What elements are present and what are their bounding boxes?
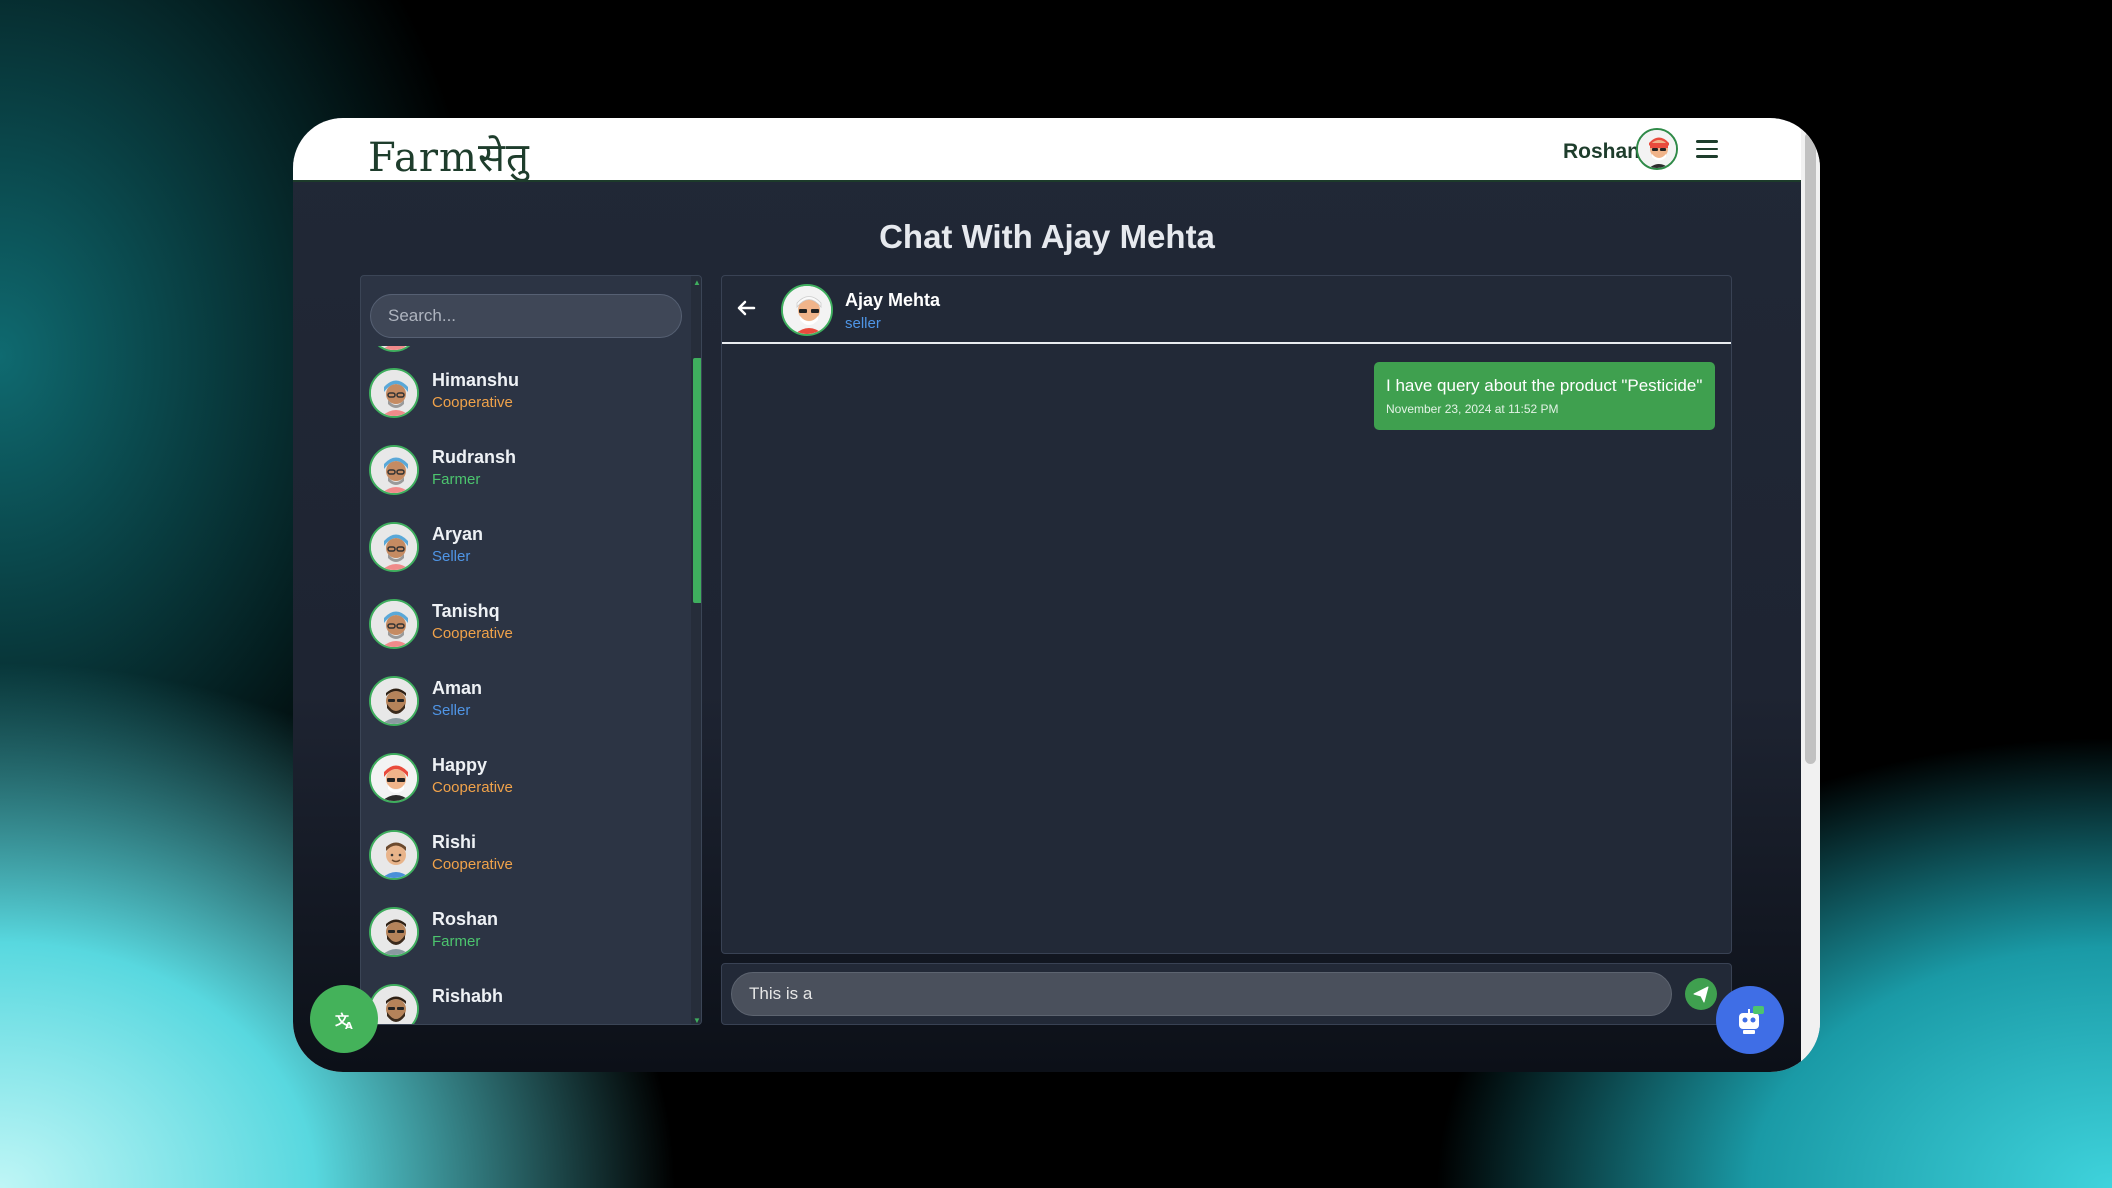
- user-avatar[interactable]: [1636, 128, 1678, 170]
- contacts-scrollbar[interactable]: ▲ ▼: [691, 276, 701, 1024]
- contact-avatar: [369, 907, 419, 957]
- scrollbar-thumb[interactable]: [693, 358, 701, 603]
- contact-name: Himanshu: [432, 370, 520, 390]
- chat-contact-avatar: [781, 284, 833, 336]
- contact-avatar: [369, 368, 419, 418]
- contact-role: Seller: [432, 702, 471, 719]
- contact-avatar: [369, 522, 419, 572]
- chatbot-icon[interactable]: [1716, 986, 1784, 1054]
- chat-contact-name: Ajay Mehta: [845, 290, 941, 310]
- contact-item[interactable]: Aryan Seller: [369, 518, 679, 578]
- search-input[interactable]: Search...: [370, 294, 682, 338]
- svg-text:A: A: [345, 1021, 353, 1032]
- contacts-list: Himanshu Cooperative Rudransh Farmer Aryan Se…: [361, 346, 691, 1024]
- page-title: Chat With Ajay Mehta: [879, 218, 1215, 255]
- arrow-left-icon[interactable]: [736, 298, 756, 324]
- contact-avatar: [369, 599, 419, 649]
- message-text: I have query about the product "Pesticid…: [1386, 376, 1703, 395]
- chat-header: Ajay Mehta seller: [722, 276, 1731, 344]
- translate-icon[interactable]: 文A: [310, 985, 378, 1053]
- send-icon[interactable]: [1685, 978, 1717, 1010]
- contact-avatar: [369, 346, 419, 352]
- scroll-down-icon[interactable]: ▼: [693, 1016, 701, 1024]
- contact-role: Farmer: [432, 471, 481, 488]
- contact-role: Cooperative: [432, 856, 513, 873]
- contact-avatar: [369, 830, 419, 880]
- hamburger-menu-icon[interactable]: [1696, 140, 1718, 158]
- contact-name: Tanishq: [432, 601, 500, 621]
- contact-role: Cooperative: [432, 394, 513, 411]
- contact-item[interactable]: Roshan Farmer: [369, 903, 679, 963]
- chat-contact-role: seller: [845, 315, 881, 332]
- contacts-panel: Search... Himanshu Cooperative Rudransh Far…: [360, 275, 702, 1025]
- contact-avatar: [369, 753, 419, 803]
- contact-name: Rishabh: [432, 986, 504, 1006]
- logo[interactable]: Farmसेतु: [368, 128, 530, 183]
- scroll-up-icon[interactable]: ▲: [693, 278, 701, 287]
- contact-item[interactable]: [369, 346, 679, 358]
- contact-name: Aryan: [432, 524, 484, 544]
- page-scrollbar[interactable]: [1801, 118, 1820, 1072]
- contact-item[interactable]: Tanishq Cooperative: [369, 595, 679, 655]
- message-bubble: I have query about the product "Pesticid…: [1374, 362, 1715, 430]
- contact-role: Seller: [432, 548, 471, 565]
- contact-item[interactable]: Rishabh: [369, 980, 679, 1024]
- message-input[interactable]: [731, 972, 1672, 1016]
- page-scrollbar-thumb[interactable]: [1805, 132, 1816, 764]
- message-composer: [721, 963, 1732, 1025]
- nav-user-name[interactable]: Roshan: [1563, 140, 1640, 164]
- chat-window: Ajay Mehta seller I have query about the…: [721, 275, 1732, 954]
- contact-name: Rudransh: [432, 447, 517, 467]
- contact-name: Happy: [432, 755, 488, 775]
- app-screen: Farmसेतु Roshan Chat With Ajay Mehta Sea…: [293, 118, 1801, 1072]
- navbar: Farmसेतु Roshan: [293, 118, 1801, 182]
- contact-item[interactable]: Rishi Cooperative: [369, 826, 679, 886]
- contact-role: Cooperative: [432, 625, 513, 642]
- contact-role: Cooperative: [432, 779, 513, 796]
- contact-role: Farmer: [432, 933, 481, 950]
- contact-avatar: [369, 445, 419, 495]
- contact-name: Rishi: [432, 832, 477, 852]
- contact-item[interactable]: Himanshu Cooperative: [369, 364, 679, 424]
- contact-item[interactable]: Happy Cooperative: [369, 749, 679, 809]
- message-timestamp: November 23, 2024 at 11:52 PM: [1386, 402, 1559, 416]
- contact-name: Aman: [432, 678, 483, 698]
- contact-item[interactable]: Aman Seller: [369, 672, 679, 732]
- contact-avatar: [369, 676, 419, 726]
- device-frame: Farmसेतु Roshan Chat With Ajay Mehta Sea…: [293, 118, 1820, 1072]
- contact-name: Roshan: [432, 909, 499, 929]
- contact-item[interactable]: Rudransh Farmer: [369, 441, 679, 501]
